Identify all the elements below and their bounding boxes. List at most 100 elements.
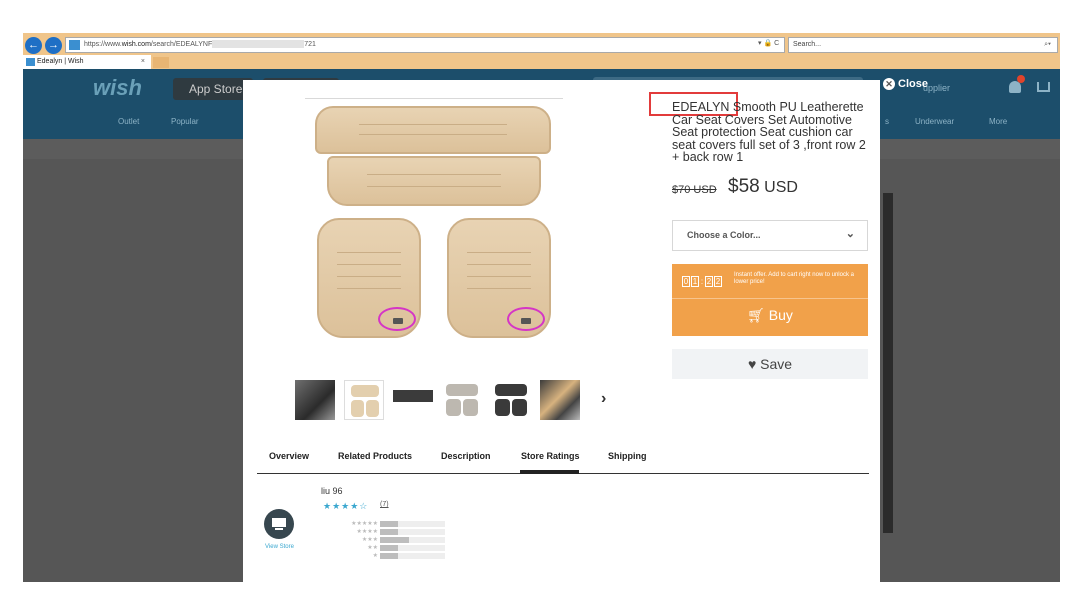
wish-favicon-icon [69, 40, 80, 50]
store-rating-stars: ★★★★☆ [323, 501, 369, 511]
rating-row-fill [380, 528, 399, 535]
rating-row-stars: ★★★ [361, 537, 378, 543]
tab-related-products[interactable]: Related Products [338, 451, 412, 461]
offer-divider [672, 298, 868, 299]
nav-item-partial[interactable]: s [885, 117, 889, 126]
rating-row-bar [380, 544, 445, 551]
rating-row-bar [380, 528, 445, 535]
cart-icon[interactable] [1037, 82, 1050, 92]
save-button[interactable]: ♥ Save [672, 349, 868, 379]
nav-item-more[interactable]: More [989, 117, 1007, 126]
stitch-line [366, 186, 502, 187]
new-tab-button[interactable] [153, 57, 169, 68]
address-row: ← → https://www.wish.com/search/EDEALYNF… [23, 37, 1060, 54]
rating-row: ★ [328, 552, 445, 559]
rating-row-stars: ★ [372, 553, 378, 559]
stitch-line [337, 264, 401, 265]
nav-item-popular[interactable]: Popular [171, 117, 199, 126]
product-main-image[interactable] [305, 98, 563, 360]
stitch-line [337, 252, 401, 253]
tab-store-ratings[interactable]: Store Ratings [521, 451, 580, 461]
timer-colon: : [700, 277, 704, 286]
search-icon[interactable]: ⌕▾ [1044, 38, 1051, 52]
reviewer-name: liu 96 [321, 486, 343, 496]
thumb-shape [351, 400, 364, 417]
nav-item-outlet[interactable]: Outlet [118, 117, 139, 126]
back-seat-backrest [315, 106, 551, 154]
offer-text: Instant offer. Add to cart right now to … [734, 272, 854, 285]
cart-icon: 🛒︎ [747, 307, 769, 323]
product-tabs: Overview Related Products Description St… [257, 448, 869, 474]
background-product-card [883, 193, 893, 533]
thumbnail-6[interactable] [540, 380, 580, 420]
stitch-line [467, 252, 531, 253]
product-title: EDEALYN Smooth PU Leatherette Car Seat C… [672, 101, 870, 164]
buy-button[interactable]: 🛒︎ Buy [672, 307, 868, 324]
thumbnail-2-selected[interactable] [344, 380, 384, 420]
tab-favicon-icon [26, 58, 35, 66]
thumbnail-next-chevron-icon[interactable]: › [601, 390, 606, 408]
browser-chrome: ← → https://www.wish.com/search/EDEALYNF… [23, 33, 1060, 69]
store-avatar-icon[interactable] [264, 509, 294, 539]
url-domain: wish.com [121, 41, 151, 48]
thumbnail-1[interactable] [295, 380, 335, 420]
rating-row-stars: ★★★★★ [351, 521, 378, 527]
url-prefix: https://www. [84, 41, 122, 48]
price-currency: USD [759, 179, 798, 196]
rating-row-fill [380, 552, 399, 559]
back-seat-cushion [327, 156, 541, 206]
url-redacted [212, 40, 305, 49]
timer-digit: 2 [705, 276, 713, 287]
thumb-shape [366, 400, 379, 417]
stitch-line [366, 174, 502, 175]
color-select[interactable]: Choose a Color... ⌄ [672, 220, 868, 251]
tab-close-icon[interactable]: × [141, 55, 145, 69]
tab-description[interactable]: Description [441, 451, 491, 461]
close-icon: ✕ [883, 78, 895, 90]
rating-row-fill [380, 536, 410, 543]
buy-label: Buy [768, 307, 793, 323]
store-screen-shape [272, 518, 286, 527]
thumb-shape [351, 385, 379, 397]
product-modal: › Overview Related Products Description … [243, 80, 880, 609]
color-select-placeholder: Choose a Color... [687, 230, 761, 240]
stitch-line [467, 288, 531, 289]
price-amount: $58 [728, 176, 760, 197]
thumb-shape [495, 399, 510, 416]
address-tools[interactable]: ▾ 🔒 C [758, 39, 779, 47]
url-tail: 721 [304, 41, 316, 48]
search-placeholder: Search... [793, 41, 822, 48]
rating-row: ★★★ [328, 536, 445, 543]
thumb-shape [463, 399, 478, 416]
original-price: $70 USD [672, 184, 717, 196]
countdown-timer: 0 1 : 2 2 [682, 276, 722, 287]
browser-search-input[interactable]: Search... ⌕▾ [788, 37, 1058, 53]
tab-shipping[interactable]: Shipping [608, 451, 647, 461]
thumb-shape [512, 399, 527, 416]
rating-row: ★★★★★ [328, 520, 445, 527]
back-arrow-icon[interactable]: ← [25, 37, 42, 54]
rating-row: ★★ [328, 544, 445, 551]
nav-item-underwear[interactable]: Underwear [915, 117, 954, 126]
stitch-line [467, 276, 531, 277]
tab-title: Edealyn | Wish [37, 58, 84, 65]
app-store-badge[interactable]: App Store [173, 78, 253, 100]
view-store-link[interactable]: View Store [265, 544, 294, 550]
site-logo[interactable]: wish [93, 75, 142, 101]
rating-row-bar [380, 552, 445, 559]
stitch-line [358, 134, 508, 135]
notification-badge [1017, 75, 1025, 83]
forward-arrow-icon[interactable]: → [45, 37, 62, 54]
browser-tab[interactable]: Edealyn | Wish × [23, 55, 151, 69]
rating-row-bar [380, 536, 445, 543]
thumbnail-3[interactable] [393, 380, 433, 420]
rating-count-link[interactable]: (7) [380, 501, 389, 508]
thumbnail-4[interactable] [442, 380, 482, 420]
tab-overview[interactable]: Overview [269, 451, 309, 461]
close-button[interactable]: ✕ Close [883, 78, 928, 90]
thumbnail-5[interactable] [491, 380, 531, 420]
address-bar[interactable]: https://www.wish.com/search/EDEALYNF 721 [65, 37, 785, 53]
chevron-down-icon: ⌄ [845, 228, 855, 240]
stitch-line [337, 276, 401, 277]
app-store-label: App Store [189, 82, 243, 96]
